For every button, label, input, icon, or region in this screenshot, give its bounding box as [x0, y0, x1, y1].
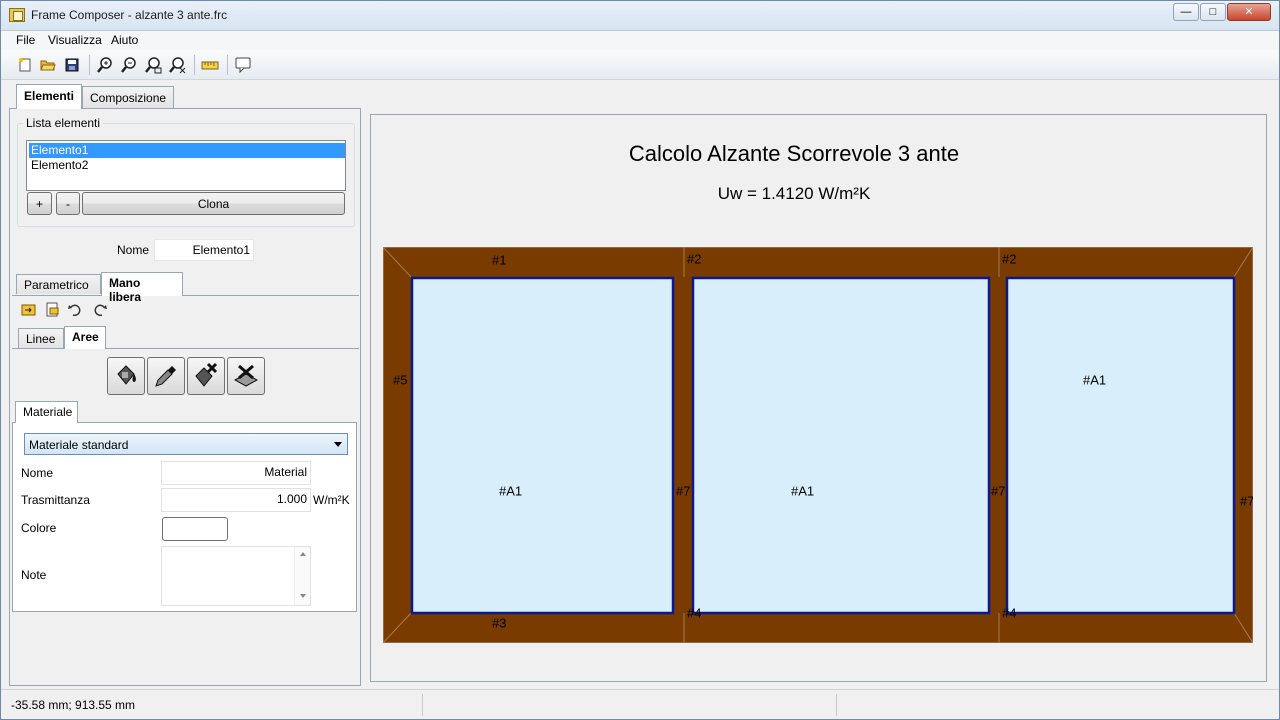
tab-materiale[interactable]: Materiale	[15, 401, 78, 423]
save-icon[interactable]	[63, 56, 81, 74]
minimize-button[interactable]: —	[1173, 3, 1199, 21]
clone-button[interactable]: Clona	[82, 192, 345, 215]
label-4b: #4	[1002, 606, 1016, 621]
main-toolbar	[1, 50, 1279, 80]
add-element-button[interactable]: +	[27, 192, 52, 215]
label-2a: #2	[687, 252, 701, 267]
label-3: #3	[492, 616, 506, 631]
title-bar: Frame Composer - alzante 3 ante.frc — □ …	[1, 1, 1279, 31]
color-picker-button[interactable]	[162, 517, 228, 541]
import-icon[interactable]	[20, 301, 38, 319]
fill-bucket-icon	[117, 365, 136, 385]
list-item[interactable]: Elemento1	[29, 143, 345, 158]
label-7a: #7	[676, 484, 690, 499]
zoom-out-icon[interactable]	[120, 56, 138, 74]
glass-pane-2[interactable]	[691, 276, 991, 615]
label-5: #5	[393, 373, 407, 388]
canvas-title: Calcolo Alzante Scorrevole 3 ante	[628, 141, 960, 166]
undo-icon[interactable]	[66, 301, 84, 319]
scroll-up-icon[interactable]	[300, 552, 306, 556]
tab-composizione[interactable]: Composizione	[82, 86, 174, 108]
glass-pane-1[interactable]	[410, 276, 675, 615]
scroll-down-icon[interactable]	[300, 594, 306, 598]
redo-icon[interactable]	[91, 301, 109, 319]
comment-icon[interactable]	[234, 56, 252, 74]
uw-value: Uw = 1.4120 W/m²K	[717, 184, 871, 203]
zoom-in-icon[interactable]	[96, 56, 114, 74]
export-icon[interactable]	[43, 301, 61, 319]
label-4a: #4	[687, 606, 701, 621]
list-item[interactable]: Elemento2	[29, 158, 345, 173]
clear-all-button[interactable]	[227, 357, 265, 395]
close-button[interactable]: ✕	[1227, 3, 1271, 21]
menu-visualizza[interactable]: Visualizza	[48, 33, 102, 47]
fill-remove-button[interactable]	[187, 357, 225, 395]
note-textarea[interactable]	[161, 546, 311, 606]
close-icon: ✕	[1244, 5, 1254, 18]
new-file-icon[interactable]	[16, 56, 34, 74]
note-scrollbar[interactable]	[294, 547, 310, 605]
label-area-1: #A1	[499, 484, 522, 499]
label-2b: #2	[1002, 252, 1016, 267]
trasmittanza-unit: W/m²K	[313, 493, 350, 507]
chevron-down-icon	[334, 442, 342, 447]
cursor-coordinates: -35.58 mm; 913.55 mm	[3, 694, 423, 716]
label-7b: #7	[991, 484, 1005, 499]
tab-elementi[interactable]: Elementi	[16, 84, 82, 109]
zoom-fit-icon[interactable]	[144, 56, 162, 74]
app-window: Frame Composer - alzante 3 ante.frc — □ …	[0, 0, 1280, 720]
maximize-icon: □	[1209, 5, 1217, 18]
element-list[interactable]: Elemento1 Elemento2	[26, 140, 346, 191]
app-icon	[9, 8, 25, 22]
ruler-icon[interactable]	[201, 56, 219, 74]
element-name-field[interactable]: Elemento1	[154, 239, 254, 261]
remove-element-button[interactable]: -	[56, 192, 80, 215]
menu-bar: File Visualizza Aiuto	[1, 31, 1279, 50]
fill-bucket-button[interactable]	[107, 357, 145, 395]
menu-aiuto[interactable]: Aiuto	[111, 33, 138, 47]
colore-label: Colore	[21, 521, 57, 535]
lista-elementi-legend: Lista elementi	[23, 116, 104, 130]
tab-aree[interactable]: Aree	[64, 326, 106, 349]
trasmittanza-field[interactable]: 1.000	[161, 488, 311, 512]
status-cell-2	[425, 694, 837, 716]
glass-pane-3[interactable]	[1005, 276, 1236, 615]
label-7c: #7	[1240, 494, 1253, 509]
maximize-button[interactable]: □	[1200, 3, 1226, 21]
label-1: #1	[492, 253, 506, 268]
label-area-3: #A1	[1083, 373, 1106, 388]
material-nome-label: Nome	[21, 466, 54, 480]
eyedropper-icon	[155, 366, 176, 387]
menu-file[interactable]: File	[16, 33, 35, 47]
window-frame-drawing[interactable]: #1 #2 #2 #3 #4 #4 #5 #7 #7 #7 #A1 #A1 #A…	[383, 247, 1253, 643]
status-cell-3	[839, 694, 1275, 716]
tab-parametrico[interactable]: Parametrico	[16, 274, 101, 294]
clear-all-icon	[233, 364, 259, 387]
open-folder-icon[interactable]	[39, 56, 57, 74]
tab-linee[interactable]: Linee	[18, 328, 64, 348]
window-title: Frame Composer - alzante 3 ante.frc	[31, 8, 228, 22]
status-bar: -35.58 mm; 913.55 mm	[1, 689, 1279, 719]
material-select-value: Materiale standard	[29, 438, 129, 452]
trasmittanza-label: Trasmittanza	[21, 493, 90, 507]
note-label: Note	[21, 568, 47, 582]
material-name-field[interactable]: Material	[161, 461, 311, 485]
fill-remove-icon	[195, 362, 218, 387]
eyedropper-button[interactable]	[147, 357, 185, 395]
minimize-icon: —	[1180, 5, 1192, 18]
tab-mano-libera[interactable]: Mano libera	[101, 272, 183, 304]
material-select[interactable]: Materiale standard	[24, 433, 348, 455]
label-area-2: #A1	[791, 484, 814, 499]
zoom-reset-icon[interactable]	[168, 56, 186, 74]
nome-label: Nome	[117, 243, 150, 257]
